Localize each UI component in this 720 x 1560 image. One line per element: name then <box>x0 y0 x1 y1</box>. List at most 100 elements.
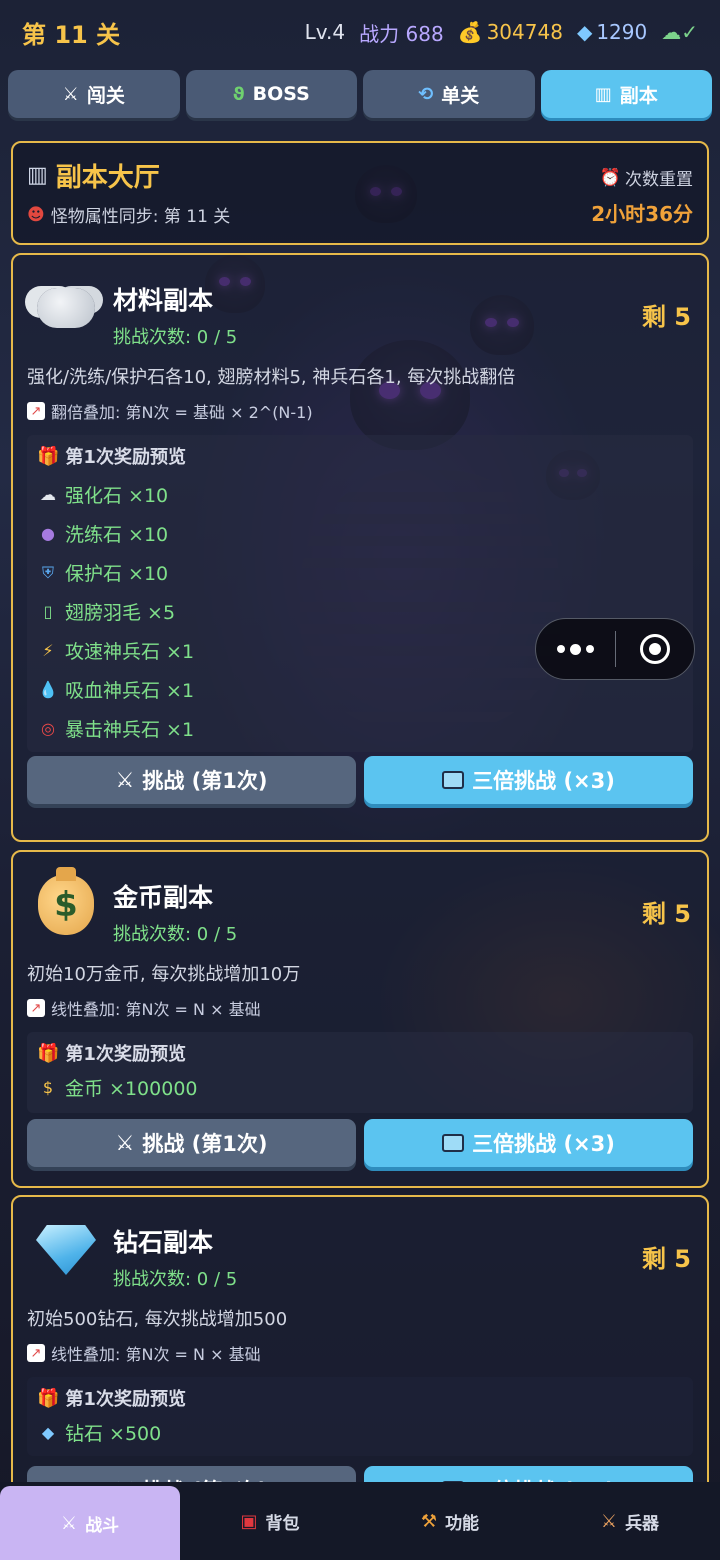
card-header: $ 金币副本 挑战次数: 0 / 5 剩 5 <box>27 852 693 952</box>
tv-icon <box>442 771 465 789</box>
level-title: 第 11 关 <box>22 20 121 49</box>
nav-battle[interactable]: ⚔ 战斗 <box>0 1486 180 1560</box>
card-header: 材料副本 挑战次数: 0 / 5 剩 5 <box>27 255 693 355</box>
crossed-swords-icon: ⚔ <box>115 768 135 792</box>
mode-tabs: ⚔ 闯关 ϑ BOSS ⟲ 单关 ▥ 副本 <box>8 70 712 120</box>
gem-value: 1290 <box>596 20 648 44</box>
reward-text: 金币 ×100000 <box>65 1078 198 1100</box>
gift-icon: 🎁 <box>37 445 60 467</box>
chart-icon: ↗ <box>27 1344 45 1362</box>
repeat-icon: ⟲ <box>418 83 434 105</box>
cloud-sync-icon[interactable]: ☁✓ <box>661 20 698 44</box>
chart-icon: ↗ <box>27 402 45 420</box>
dragon-icon: ϑ <box>232 83 245 105</box>
player-level: Lv.4 <box>304 20 346 44</box>
castle-icon: ▥ <box>27 163 48 188</box>
reset-label: ⏰ 次数重置 <box>591 165 693 191</box>
feather-icon: ▯ <box>43 602 53 621</box>
tab-label: 闯关 <box>86 84 125 107</box>
reward-text: 翅膀羽毛 ×5 <box>65 602 176 624</box>
tab-dungeon[interactable]: ▥ 副本 <box>540 70 712 118</box>
tools-icon: ⚒ <box>420 1510 438 1532</box>
reward-text: 吸血神兵石 ×1 <box>65 680 195 702</box>
nav-label: 兵器 <box>625 1513 660 1534</box>
triple-challenge-button[interactable]: 三倍挑战 (×3) <box>364 756 693 804</box>
reward-preview-title: 🎁 第1次奖励预览 <box>37 1040 683 1066</box>
nav-functions[interactable]: ⚒ 功能 <box>360 1482 540 1560</box>
diamond-icon <box>35 1219 97 1281</box>
reward-preview-title: 🎁 第1次奖励预览 <box>37 443 683 469</box>
crossed-swords-icon: ⚔ <box>62 83 79 105</box>
nav-backpack[interactable]: ▣ 背包 <box>180 1482 360 1560</box>
dot-icon <box>585 645 594 653</box>
dungeon-card-gold: $ 金币副本 挑战次数: 0 / 5 剩 5 初始10万金币, 每次挑战增加10… <box>11 850 709 1188</box>
miniprogram-capsule <box>535 618 695 680</box>
challenge-button[interactable]: ⚔ 挑战 (第1次) <box>27 1119 356 1167</box>
dungeon-description: 强化/洗练/保护石各10, 翅膀材料5, 神兵石各1, 每次挑战翻倍 <box>27 367 516 388</box>
reward-text: 暴击神兵石 ×1 <box>65 719 195 741</box>
remaining-count: 剩 5 <box>641 303 691 331</box>
more-options-button[interactable] <box>536 643 615 655</box>
blood-drop-icon: 💧 <box>38 680 58 699</box>
reward-preview: 🎁 第1次奖励预览 $ 金币 ×100000 <box>27 1032 693 1113</box>
button-label: 三倍挑战 (×3) <box>472 769 615 793</box>
reward-text: 洗练石 ×10 <box>65 524 169 546</box>
target-circle-icon <box>639 634 670 664</box>
reward-title-text: 第1次奖励预览 <box>65 1389 186 1410</box>
tab-label: 单关 <box>441 84 480 107</box>
reward-text: 强化石 ×10 <box>65 485 169 507</box>
remaining-count: 剩 5 <box>641 900 691 928</box>
reward-title-text: 第1次奖励预览 <box>65 1044 186 1065</box>
gift-icon: 🎁 <box>37 1387 60 1409</box>
player-stats: Lv.4 战力 688 💰 304748 ◆ 1290 ☁✓ <box>305 18 698 47</box>
button-label: 挑战 (第1次) <box>142 769 268 793</box>
target-icon: ◎ <box>41 719 55 738</box>
dungeon-hall-panel: ▥ 副本大厅 ☻ 怪物属性同步: 第 11 关 ⏰ 次数重置 2小时36分 <box>11 141 709 245</box>
reward-preview: 🎁 第1次奖励预览 ◆ 钻石 ×500 <box>27 1377 693 1456</box>
moneybag-icon: $ <box>42 1078 54 1097</box>
bottom-navigation: ⚔ 战斗 ▣ 背包 ⚒ 功能 ⚔ 兵器 <box>0 1482 720 1560</box>
tab-challenge[interactable]: ⚔ 闯关 <box>8 70 180 118</box>
tab-label: BOSS <box>252 83 310 105</box>
reward-formula: ↗ 线性叠加: 第N次 = N × 基础 <box>27 1341 693 1365</box>
tab-boss[interactable]: ϑ BOSS <box>185 70 357 118</box>
dungeon-description: 初始500钻石, 每次挑战增加500 <box>27 1309 288 1330</box>
reward-formula: ↗ 翻倍叠加: 第N次 = 基础 × 2^(N-1) <box>27 399 693 423</box>
reward-item: ● 洗练石 ×10 <box>37 520 683 547</box>
gold-balance: 💰 304748 <box>458 20 563 44</box>
dot-icon <box>556 645 565 653</box>
gift-icon: 🎁 <box>37 1042 60 1064</box>
dungeon-name: 金币副本 <box>113 883 214 912</box>
demon-icon: ☻ <box>27 204 45 225</box>
gold-value: 304748 <box>486 20 563 44</box>
dot-icon <box>569 643 581 655</box>
challenge-button[interactable]: ⚔ 挑战 (第1次) <box>27 756 356 804</box>
nav-weapons[interactable]: ⚔ 兵器 <box>540 1482 720 1560</box>
tab-single-stage[interactable]: ⟲ 单关 <box>363 70 535 118</box>
reward-item: ☁ 强化石 ×10 <box>37 481 683 508</box>
refine-stone-icon: ● <box>41 524 55 543</box>
challenge-count: 挑战次数: 0 / 5 <box>113 924 238 945</box>
reward-preview: 🎁 第1次奖励预览 ☁ 强化石 ×10 ● 洗练石 ×10 ⛨ 保护石 ×10 … <box>27 435 693 752</box>
formula-text: 线性叠加: 第N次 = N × 基础 <box>51 1345 261 1364</box>
stone-icon <box>35 277 97 339</box>
action-buttons: ⚔ 挑战 (第1次) 三倍挑战 (×3) <box>27 756 693 804</box>
moneybag-icon: $ <box>35 867 97 936</box>
reward-preview-title: 🎁 第1次奖励预览 <box>37 1385 683 1411</box>
reward-formula: ↗ 线性叠加: 第N次 = N × 基础 <box>27 996 693 1020</box>
reward-text: 保护石 ×10 <box>65 563 169 585</box>
triple-challenge-button[interactable]: 三倍挑战 (×3) <box>364 1119 693 1167</box>
reward-item: 💧 吸血神兵石 ×1 <box>37 676 683 703</box>
nav-label: 战斗 <box>85 1515 120 1536</box>
formula-text: 线性叠加: 第N次 = N × 基础 <box>51 1000 261 1019</box>
formula-text: 翻倍叠加: 第N次 = 基础 × 2^(N-1) <box>51 403 313 422</box>
close-miniprogram-button[interactable] <box>616 634 695 664</box>
top-status-bar: 第 11 关 Lv.4 战力 688 💰 304748 ◆ 1290 ☁✓ <box>0 0 720 64</box>
challenge-count: 挑战次数: 0 / 5 <box>113 1269 238 1290</box>
enhance-stone-icon: ☁ <box>40 485 56 504</box>
alarm-clock-icon: ⏰ <box>599 167 621 188</box>
dungeon-card-diamond: 钻石副本 挑战次数: 0 / 5 剩 5 初始500钻石, 每次挑战增加500 … <box>11 1195 709 1514</box>
action-buttons: ⚔ 挑战 (第1次) 三倍挑战 (×3) <box>27 1119 693 1167</box>
reset-label-text: 次数重置 <box>625 170 693 190</box>
nav-label: 背包 <box>265 1513 300 1534</box>
